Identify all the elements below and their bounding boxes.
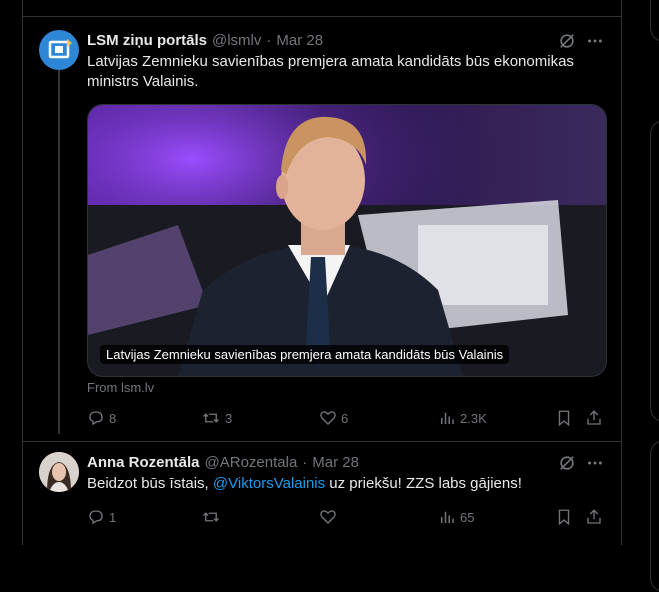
reply-count: 8: [109, 410, 117, 426]
share-icon: [587, 410, 601, 425]
views-count: 2.3K: [460, 410, 487, 426]
bookmark-icon: [558, 509, 570, 526]
avatar-anna[interactable]: [39, 452, 79, 492]
divider: [23, 16, 621, 17]
tweet-actions: 8 3 6 2.3K: [87, 408, 605, 428]
repost-button[interactable]: 3: [201, 408, 232, 428]
grok-icon[interactable]: [557, 31, 577, 51]
profile-photo: [39, 452, 79, 492]
tweet-text: Beidzot būs īstais, @ViktorsValainis uz …: [87, 474, 607, 494]
divider: [23, 441, 621, 442]
timeline: LSM ziņu portāls @lsmlv · Mar 28 Latvija…: [22, 0, 622, 545]
more-options-icon[interactable]: [585, 31, 605, 51]
tweet-text-part: uz priekšu! ZZS labs gājiens!: [325, 475, 522, 492]
tweet-header: LSM ziņu portāls @lsmlv · Mar 28: [87, 30, 323, 50]
separator-dot: ·: [302, 453, 308, 471]
sidebar-panel: [650, 440, 659, 592]
more-options-icon[interactable]: [585, 453, 605, 473]
share-button[interactable]: [585, 507, 603, 527]
tweet-date[interactable]: Mar 28: [312, 454, 359, 471]
share-icon: [587, 509, 601, 524]
repost-button[interactable]: [201, 507, 225, 527]
heart-icon: [320, 510, 336, 524]
tweet-date[interactable]: Mar 28: [276, 32, 323, 49]
author-name[interactable]: LSM ziņu portāls: [87, 32, 207, 49]
tweet-header: Anna Rozentāla @ARozentala · Mar 28: [87, 452, 359, 472]
repost-icon: [203, 512, 219, 522]
bookmark-button[interactable]: [555, 507, 573, 527]
separator-dot: ·: [266, 31, 272, 49]
author-name[interactable]: Anna Rozentāla: [87, 454, 200, 471]
reply-icon: [89, 510, 103, 525]
share-button[interactable]: [585, 408, 603, 428]
tweet-actions: 1 65: [87, 507, 605, 527]
bookmark-button[interactable]: [555, 408, 573, 428]
like-button[interactable]: [319, 507, 341, 527]
reply-icon: [89, 411, 103, 426]
heart-icon: [320, 411, 336, 425]
views-chart-icon: [441, 511, 454, 523]
link-source[interactable]: From lsm.lv: [87, 380, 154, 395]
like-count: 6: [341, 410, 349, 426]
tweet-text-part: Beidzot būs īstais,: [87, 475, 213, 492]
reply-button[interactable]: 1: [87, 507, 116, 527]
reply-count: 1: [109, 509, 117, 525]
views-chart-icon: [441, 412, 454, 424]
news-photo: [88, 105, 606, 376]
author-handle[interactable]: @lsmlv: [212, 32, 261, 49]
like-button[interactable]: 6: [319, 408, 348, 428]
avatar-lsm[interactable]: [39, 30, 79, 70]
bookmark-icon: [558, 410, 570, 427]
thread-line: [58, 70, 60, 434]
author-handle[interactable]: @ARozentala: [205, 454, 298, 471]
link-card-image[interactable]: Latvijas Zemnieku savienības premjera am…: [87, 104, 607, 377]
tweet-text: Latvijas Zemnieku savienības premjera am…: [87, 53, 574, 90]
reply-button[interactable]: 8: [87, 408, 116, 428]
lsm-logo-icon: [48, 39, 72, 59]
image-caption: Latvijas Zemnieku savienības premjera am…: [100, 345, 510, 364]
views-button[interactable]: 65: [438, 507, 474, 527]
sidebar-panel: [650, 120, 659, 422]
repost-icon: [203, 413, 219, 423]
sidebar-panel: [650, 0, 659, 42]
views-count: 65: [460, 509, 475, 525]
grok-icon[interactable]: [557, 453, 577, 473]
repost-count: 3: [225, 410, 233, 426]
mention-link[interactable]: @ViktorsValainis: [213, 475, 325, 492]
views-button[interactable]: 2.3K: [438, 408, 487, 428]
